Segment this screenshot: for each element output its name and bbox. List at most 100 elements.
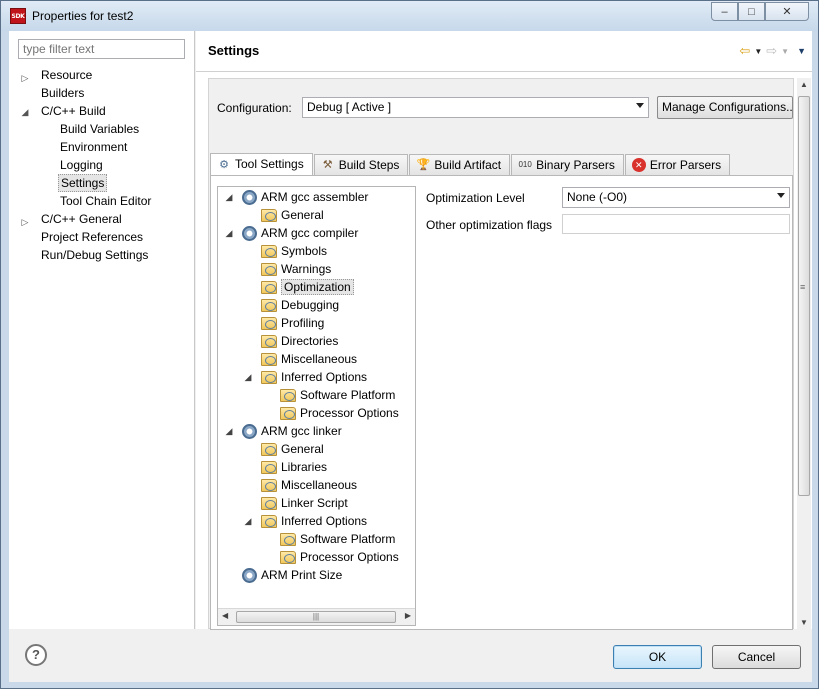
settings-tabs: ⚙ Tool Settings ⚒ Build Steps 🏆 Build Ar… [210,153,731,175]
dialog-client-area: ▷ Resource Builders ◢ C/C++ Build Build … [9,31,812,682]
history-navigation: ⇦ ▼ ⇨ ▼ ▼ [739,43,806,59]
options-folder-icon [261,478,277,492]
scroll-right-icon[interactable]: ▶ [405,611,411,620]
expand-twisty-icon[interactable]: ▷ [20,73,30,84]
settings-page: Settings ⇦ ▼ ⇨ ▼ ▼ Configuration: Debug … [196,31,812,630]
tool-icon [242,189,257,205]
options-folder-icon [261,298,277,312]
back-dropdown-icon[interactable]: ▼ [754,47,762,56]
help-button[interactable]: ? [25,644,47,666]
tab-label: Tool Settings [235,157,304,171]
tab-error-parsers[interactable]: ✕ Error Parsers [624,154,731,175]
options-folder-icon [261,280,277,294]
options-folder-icon [280,550,296,564]
tree-item-optimization[interactable]: Optimization [261,278,354,296]
tree-item-inferred-options[interactable]: Inferred Options [261,368,367,386]
tree-item-linker-general[interactable]: General [261,440,324,458]
page-vertical-scrollbar[interactable]: ▲ ▼ [797,78,811,629]
collapse-twisty-icon[interactable]: ◢ [224,192,234,203]
tree-item-linker-software-platform[interactable]: Software Platform [280,530,395,548]
other-optimization-flags-label: Other optimization flags [426,218,553,232]
cancel-button[interactable]: Cancel [712,645,801,669]
nav-item-resource[interactable]: Resource [41,66,92,84]
tree-item-libraries[interactable]: Libraries [261,458,327,476]
tree-item-print-size[interactable]: ARM Print Size [242,566,342,584]
tree-item-linker[interactable]: ARM gcc linker [242,422,342,440]
tree-item-directories[interactable]: Directories [261,332,338,350]
minimize-button[interactable]: – [711,2,738,21]
error-parsers-icon: ✕ [631,158,646,172]
tab-build-steps[interactable]: ⚒ Build Steps [313,154,409,175]
build-steps-icon: ⚒ [322,159,333,171]
view-menu-icon[interactable]: ▼ [797,46,806,56]
optimization-level-label: Optimization Level [426,191,525,205]
scroll-thumb[interactable]: ||| [236,611,396,623]
tool-settings-content: ◢ ARM gcc assembler General ◢ ARM gcc co… [210,175,793,630]
manage-configurations-button[interactable]: Manage Configurations... [657,96,793,119]
maximize-button[interactable]: □ [738,2,765,21]
property-page-tree: ▷ Resource Builders ◢ C/C++ Build Build … [9,31,195,629]
nav-item-logging[interactable]: Logging [60,156,103,174]
sdk-icon: SDK [10,8,26,24]
tab-label: Binary Parsers [536,157,615,172]
tool-settings-icon: ⚙ [219,158,229,171]
collapse-twisty-icon[interactable]: ◢ [243,372,253,383]
title-bar[interactable]: SDK Properties for test2 – □ ✕ [1,1,818,31]
nav-item-build-variables[interactable]: Build Variables [60,120,139,138]
filter-input[interactable] [18,39,185,59]
tree-horizontal-scrollbar[interactable]: ◀ ||| ▶ [218,608,415,625]
optimization-level-select[interactable]: None (-O0) [562,187,790,208]
expand-twisty-icon[interactable]: ▷ [20,217,30,228]
tree-item-linker-inferred-options[interactable]: Inferred Options [261,512,367,530]
tree-item-processor-options[interactable]: Processor Options [280,404,399,422]
header-divider [196,71,812,72]
options-folder-icon [261,352,277,366]
tree-item-debugging[interactable]: Debugging [261,296,339,314]
tree-item-linker-script[interactable]: Linker Script [261,494,348,512]
tree-item-compiler[interactable]: ARM gcc compiler [242,224,358,242]
tree-item-assembler-general[interactable]: General [261,206,324,224]
tree-item-assembler[interactable]: ARM gcc assembler [242,188,368,206]
nav-item-cpp-build[interactable]: C/C++ Build [41,102,106,120]
tab-binary-parsers[interactable]: 010 Binary Parsers [511,154,624,175]
collapse-twisty-icon[interactable]: ◢ [224,426,234,437]
tree-item-miscellaneous[interactable]: Miscellaneous [261,350,357,368]
options-folder-icon [280,388,296,402]
configuration-label: Configuration: [217,101,292,115]
forward-dropdown-icon[interactable]: ▼ [781,47,789,56]
tool-icon [242,567,257,583]
tool-tree: ◢ ARM gcc assembler General ◢ ARM gcc co… [217,186,416,626]
tool-settings-page: Configuration: Debug [ Active ] Manage C… [208,78,794,630]
tree-item-linker-miscellaneous[interactable]: Miscellaneous [261,476,357,494]
tree-item-software-platform[interactable]: Software Platform [280,386,395,404]
scroll-down-icon[interactable]: ▼ [800,618,808,627]
configuration-select[interactable]: Debug [ Active ] [302,97,649,118]
nav-item-cpp-general[interactable]: C/C++ General [41,210,122,228]
tree-item-warnings[interactable]: Warnings [261,260,331,278]
collapse-twisty-icon[interactable]: ◢ [224,228,234,239]
nav-item-project-references[interactable]: Project References [41,228,143,246]
window-title: Properties for test2 [32,9,134,23]
scroll-up-icon[interactable]: ▲ [800,80,808,89]
collapse-twisty-icon[interactable]: ◢ [20,107,30,118]
other-optimization-flags-input[interactable] [562,214,790,234]
tab-build-artifact[interactable]: 🏆 Build Artifact [409,154,511,175]
close-button[interactable]: ✕ [765,2,809,21]
scroll-left-icon[interactable]: ◀ [222,611,228,620]
tab-tool-settings[interactable]: ⚙ Tool Settings [210,153,313,175]
scroll-thumb[interactable] [798,96,810,496]
collapse-twisty-icon[interactable]: ◢ [243,516,253,527]
options-folder-icon [261,334,277,348]
nav-item-environment[interactable]: Environment [60,138,127,156]
forward-arrow-icon[interactable]: ⇨ [766,43,777,59]
nav-item-run-debug-settings[interactable]: Run/Debug Settings [41,246,148,264]
tree-item-symbols[interactable]: Symbols [261,242,327,260]
back-arrow-icon[interactable]: ⇦ [739,43,750,59]
tree-item-profiling[interactable]: Profiling [261,314,324,332]
nav-item-settings[interactable]: Settings [58,174,108,192]
ok-button[interactable]: OK [613,645,702,669]
nav-item-tool-chain-editor[interactable]: Tool Chain Editor [60,192,151,210]
tree-item-linker-processor-options[interactable]: Processor Options [280,548,399,566]
nav-item-builders[interactable]: Builders [41,84,84,102]
page-title: Settings [208,43,260,58]
